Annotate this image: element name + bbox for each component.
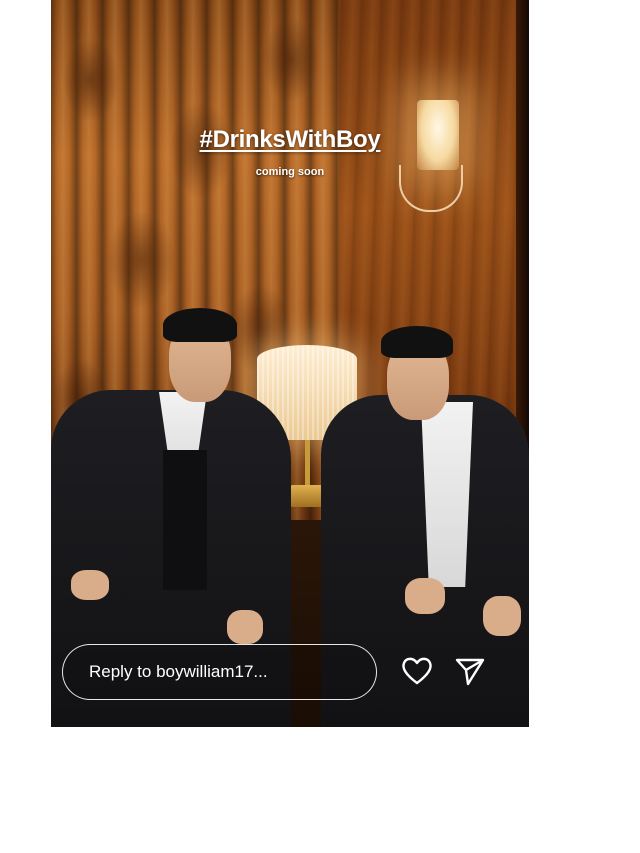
reply-placeholder: Reply to boywilliam17... — [89, 662, 268, 681]
person-right-hair — [381, 326, 453, 358]
story-hashtag-title: #DrinksWithBoy — [199, 126, 381, 153]
person-right-hand-right — [483, 596, 521, 636]
paper-plane-icon — [455, 658, 485, 686]
person-left-hand-left — [227, 610, 263, 644]
story-subtitle: coming soon — [255, 166, 325, 178]
person-left-hand-right — [71, 570, 109, 600]
person-left-vest — [163, 450, 207, 590]
send-button[interactable] — [452, 653, 488, 689]
story-viewer[interactable]: #DrinksWithBoy coming soon Reply to boyw… — [51, 0, 529, 727]
person-left-hair — [163, 308, 237, 342]
reply-input[interactable]: Reply to boywilliam17... — [62, 644, 377, 700]
heart-outline-icon — [402, 657, 432, 685]
like-button[interactable] — [399, 653, 435, 689]
person-right-hand-left — [405, 578, 445, 614]
person-right-shirt — [421, 402, 473, 587]
